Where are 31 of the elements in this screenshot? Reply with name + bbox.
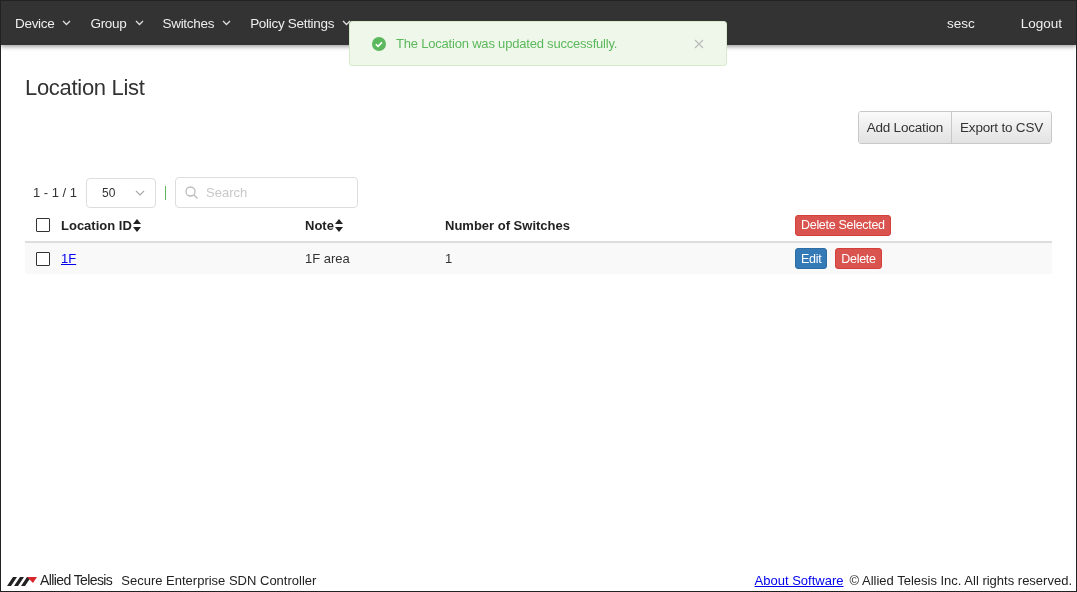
nav-menu[interactable]: Switches (162, 15, 232, 31)
column-header[interactable]: Note (305, 217, 343, 233)
chevron-down-icon (135, 189, 146, 196)
copyright-text: © Allied Telesis Inc. All rights reserved. (849, 572, 1072, 588)
checkbox[interactable] (36, 251, 50, 266)
user-name[interactable]: sesc (946, 15, 975, 31)
product-name: Secure Enterprise SDN Controller (121, 572, 317, 588)
page-title: Location List (25, 75, 146, 101)
search-icon (185, 186, 199, 199)
about-software-link[interactable]: About Software (754, 572, 844, 588)
toast-message: The Location was updated successfully. (396, 36, 619, 51)
record-count: 1 - 1 / 1 (33, 185, 78, 200)
nav-menu[interactable]: Device (15, 15, 72, 31)
logout-link[interactable]: Logout (1020, 15, 1062, 31)
brand-name: Allied Telesis (40, 572, 113, 588)
check-circle-icon (372, 36, 386, 51)
column-header: Number of Switches (445, 217, 570, 233)
delete-selected-button[interactable]: Delete Selected (795, 214, 891, 236)
edit-button[interactable]: Edit (795, 248, 828, 269)
separator-bar (165, 185, 167, 200)
delete-button[interactable]: Delete (835, 248, 882, 269)
logo-icon (7, 574, 37, 586)
column-header[interactable]: Location ID (61, 217, 141, 233)
page-size-select[interactable]: 50 (86, 177, 157, 208)
table-cell: 1F area (305, 251, 350, 266)
toolbar-button[interactable]: Add Location (858, 112, 953, 143)
nav-menu[interactable]: Group (90, 15, 144, 31)
table-cell: 1 (445, 251, 453, 266)
checkbox[interactable] (36, 218, 50, 232)
location-link[interactable]: 1F (61, 251, 77, 266)
toolbar-button[interactable]: Export to CSV (952, 112, 1051, 143)
